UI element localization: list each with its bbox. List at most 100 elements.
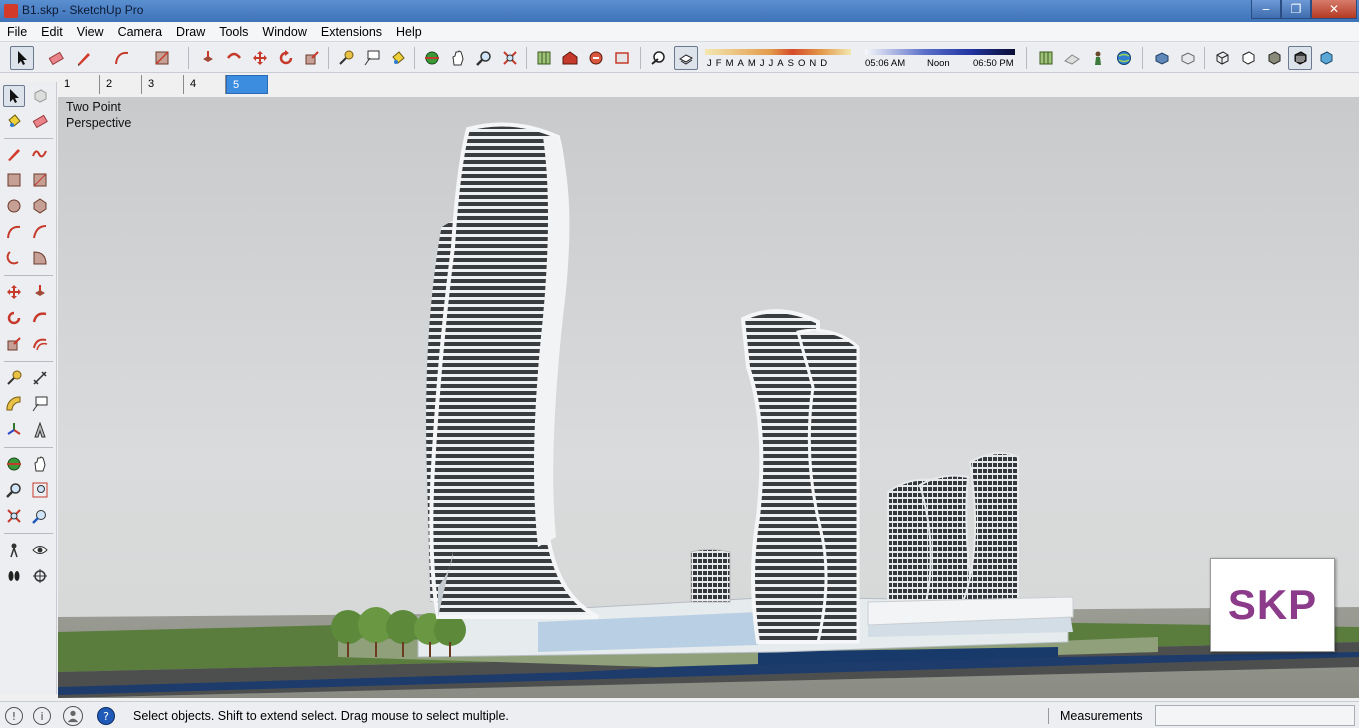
minimize-button[interactable]: ‒	[1251, 0, 1281, 19]
rotate-tool-button[interactable]	[274, 46, 298, 70]
extension-warehouse-button[interactable]	[610, 46, 634, 70]
text-tool-button[interactable]	[360, 46, 384, 70]
arc-tool[interactable]	[3, 221, 25, 243]
menu-tools[interactable]: Tools	[212, 22, 255, 42]
rotated-rectangle-tool[interactable]	[29, 169, 51, 191]
zoom-tool-button[interactable]	[472, 46, 496, 70]
push-pull-tool-button[interactable]	[196, 46, 220, 70]
toggle-terrain-button[interactable]	[1060, 46, 1084, 70]
model-viewport[interactable]: Two Point Perspective	[58, 97, 1359, 698]
follow-me-tool-button[interactable]	[222, 46, 246, 70]
three-point-arc-tool[interactable]	[3, 247, 25, 269]
select-tool[interactable]	[3, 85, 25, 107]
shadow-time-slider[interactable]: 05:06 AM Noon 06:50 PM	[865, 49, 1015, 71]
move-tool-button[interactable]	[248, 46, 272, 70]
credits-status-icon[interactable]: i	[33, 707, 51, 725]
follow-me-tool[interactable]	[29, 307, 51, 329]
add-location-button[interactable]	[1034, 46, 1058, 70]
figure-icon	[1095, 51, 1101, 65]
select-tool-button[interactable]	[10, 46, 34, 70]
protractor-tool[interactable]	[3, 393, 25, 415]
menu-camera[interactable]: Camera	[111, 22, 169, 42]
menu-file[interactable]: File	[0, 22, 34, 42]
display-shadows-toggle[interactable]	[674, 46, 698, 70]
walk-tool[interactable]	[3, 565, 25, 587]
menu-edit[interactable]: Edit	[34, 22, 70, 42]
measurements-input[interactable]	[1155, 705, 1355, 726]
zoom-extents-tool[interactable]	[3, 505, 25, 527]
arc-tool-button[interactable]	[110, 46, 134, 70]
scene-tab-3[interactable]: 3	[142, 75, 184, 94]
orbit-tool[interactable]	[3, 453, 25, 475]
menu-extensions[interactable]: Extensions	[314, 22, 389, 42]
section-plane-tool[interactable]	[29, 565, 51, 587]
share-model-button[interactable]	[584, 46, 608, 70]
scene-tab-2[interactable]: 2	[100, 75, 142, 94]
dimension-tool[interactable]	[29, 367, 51, 389]
shaded-style-button[interactable]	[1262, 46, 1286, 70]
move-arrows-icon	[7, 285, 21, 299]
tape-measure-tool-button[interactable]	[334, 46, 358, 70]
axes-tool[interactable]	[3, 419, 25, 441]
3d-warehouse-button[interactable]	[558, 46, 582, 70]
zoom-tool[interactable]	[3, 479, 25, 501]
wireframe-cube-icon	[1242, 51, 1255, 65]
rectangle-tool[interactable]	[3, 169, 25, 191]
wireframe-style-button[interactable]	[1236, 46, 1260, 70]
xray-style-button[interactable]	[1210, 46, 1234, 70]
line-tool-button[interactable]	[72, 46, 96, 70]
rotate-tool[interactable]	[3, 307, 25, 329]
photo-textures-button[interactable]	[1086, 46, 1110, 70]
help-icon[interactable]: ?	[97, 707, 115, 725]
geo-location-status-icon[interactable]: !	[5, 707, 23, 725]
text-tool[interactable]	[29, 393, 51, 415]
menu-window[interactable]: Window	[255, 22, 313, 42]
scene-tab-1[interactable]: 1	[58, 75, 100, 94]
rectangle-tool-button[interactable]	[150, 46, 174, 70]
eraser-tool-button[interactable]	[44, 46, 68, 70]
warehouse-icon	[562, 51, 578, 65]
shaded-with-textures-button[interactable]	[1288, 46, 1312, 70]
scale-tool-button[interactable]	[300, 46, 324, 70]
zoom-extents-tool-button[interactable]	[498, 46, 522, 70]
3d-text-tool[interactable]	[29, 419, 51, 441]
sketchup-app-icon[interactable]	[4, 4, 18, 18]
geo-location-button[interactable]	[532, 46, 556, 70]
menu-view[interactable]: View	[70, 22, 111, 42]
push-pull-tool[interactable]	[29, 281, 51, 303]
position-camera-tool[interactable]	[3, 539, 25, 561]
iso-view-button[interactable]	[1150, 46, 1174, 70]
close-button[interactable]: ✕	[1311, 0, 1357, 19]
shadow-month-slider[interactable]: J F M A M J J A S O N D	[705, 49, 851, 71]
look-around-tool[interactable]	[29, 539, 51, 561]
paint-bucket-tool[interactable]	[3, 110, 25, 132]
move-tool[interactable]	[3, 281, 25, 303]
scene-tab-5[interactable]: 5	[226, 75, 268, 94]
user-account-icon[interactable]	[63, 706, 83, 726]
circle-tool[interactable]	[3, 195, 25, 217]
line-tool[interactable]	[3, 143, 25, 165]
menu-draw[interactable]: Draw	[169, 22, 212, 42]
shadow-settings-button[interactable]	[646, 46, 670, 70]
pan-tool[interactable]	[29, 453, 51, 475]
make-component-tool[interactable]	[29, 85, 51, 107]
previous-view-tool[interactable]	[29, 505, 51, 527]
google-earth-button[interactable]	[1112, 46, 1136, 70]
monochrome-style-button[interactable]	[1314, 46, 1338, 70]
offset-tool[interactable]	[29, 333, 51, 355]
top-view-button[interactable]	[1176, 46, 1200, 70]
polygon-tool[interactable]	[29, 195, 51, 217]
zoom-window-tool[interactable]	[29, 479, 51, 501]
two-point-arc-tool[interactable]	[29, 221, 51, 243]
maximize-button[interactable]: ❐	[1281, 0, 1311, 19]
pie-tool[interactable]	[29, 247, 51, 269]
tape-measure-tool[interactable]	[3, 367, 25, 389]
pan-tool-button[interactable]	[446, 46, 470, 70]
menu-help[interactable]: Help	[389, 22, 429, 42]
eraser-tool[interactable]	[29, 110, 51, 132]
scale-tool[interactable]	[3, 333, 25, 355]
paint-bucket-tool-button[interactable]	[386, 46, 410, 70]
freehand-tool[interactable]	[29, 143, 51, 165]
scene-tab-4[interactable]: 4	[184, 75, 226, 94]
orbit-tool-button[interactable]	[420, 46, 444, 70]
